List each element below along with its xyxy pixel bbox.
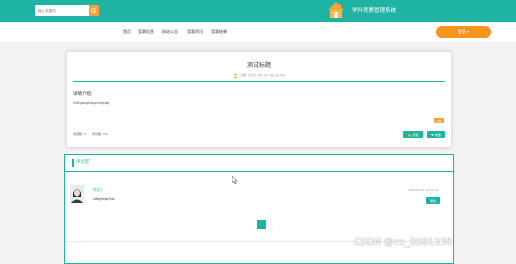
comment-count-value: 1/1 (102, 132, 108, 136)
top-bar: 学科竞赛管理系统 (0, 0, 516, 22)
comment-count-label: 评论数: (92, 132, 103, 136)
category-tag: 竞赛 (434, 118, 444, 123)
divider (73, 81, 445, 82)
view-count-value: 2 (83, 132, 86, 136)
comment-user[interactable]: 学生1 (93, 188, 102, 193)
nav-item-home[interactable]: 首页 (123, 29, 131, 35)
comment-count: 评论数: 1/1 (92, 132, 108, 136)
prev-page-button[interactable]: ‹ (248, 222, 254, 227)
search-input[interactable] (35, 5, 92, 16)
nav-bar: 首页 竞赛信息 网站公告 竞赛资讯 竞赛结果 登录 ▾ (0, 22, 516, 42)
comment-time: 2023-05-30 16:32:40 (408, 188, 438, 192)
intro-text: fdsfgasgfsdgfsdgsdg (73, 101, 110, 105)
search-button[interactable] (89, 5, 99, 16)
like-icon: 👍 (407, 132, 412, 137)
intro-label: 详情介绍: (73, 92, 93, 97)
avatar (70, 185, 84, 203)
like-label: 点赞 (412, 132, 419, 137)
delete-comment-button[interactable]: 删除 (426, 197, 440, 204)
article-title: 测试标题 (246, 62, 271, 69)
search-icon (91, 7, 97, 14)
user-photo-icon (70, 185, 84, 203)
watermark: CSDN @vx_BS81330 (354, 237, 453, 248)
comment-text: sdfgfsdg fds (93, 197, 115, 201)
mouse-cursor-icon (232, 176, 238, 184)
like-button[interactable]: 👍 点赞 (403, 131, 423, 138)
collect-button[interactable]: ♥ 收藏 (427, 131, 445, 138)
comment-section-title: 评论区 (72, 159, 90, 167)
heart-icon: ♥ (431, 132, 434, 137)
article-author: 小明 (239, 73, 247, 78)
search-box (35, 5, 99, 16)
site-title: 学科竞赛管理系统 (352, 8, 397, 14)
nav-item-results[interactable]: 竞赛结果 (211, 29, 227, 35)
collect-label: 收藏 (434, 132, 441, 137)
article-meta: 小明 2023-05-30 16:31:49 (67, 73, 451, 79)
view-count: 浏览数: 2 (73, 132, 86, 136)
view-count-label: 浏览数: (73, 132, 84, 136)
pagination: ‹ 1 › (248, 220, 275, 229)
user-icon (233, 73, 238, 78)
house-logo-icon (328, 2, 344, 18)
login-button[interactable]: 登录 ▾ (436, 26, 491, 38)
page-1-button[interactable]: 1 (257, 220, 266, 229)
nav-item-announcements[interactable]: 网站公告 (162, 29, 178, 35)
article-date: 2023-05-30 16:31:49 (247, 73, 285, 78)
next-page-button[interactable]: › (269, 222, 275, 227)
article-card: 测试标题 小明 2023-05-30 16:31:49 详情介绍: fdsfga… (66, 51, 452, 148)
nav-item-news[interactable]: 竞赛资讯 (187, 29, 203, 35)
nav-item-competition-info[interactable]: 竞赛信息 (138, 29, 154, 35)
divider (65, 171, 453, 172)
